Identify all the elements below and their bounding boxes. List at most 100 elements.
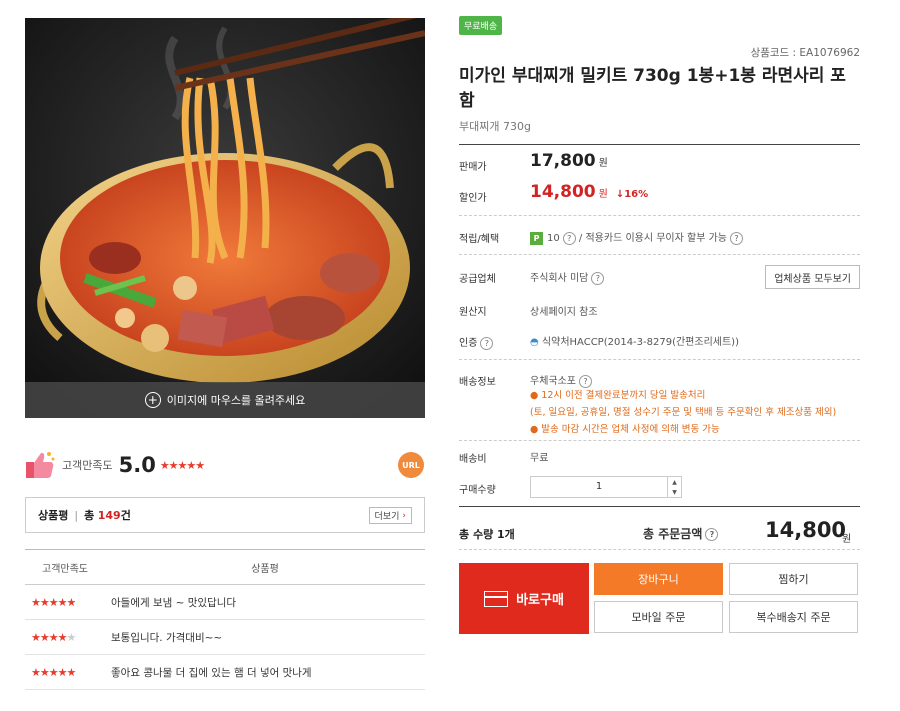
product-subtitle: 부대찌개 730g [459, 120, 531, 133]
customer-satisfaction: 고객만족도 5.0 ★★★★★ URL [22, 440, 432, 490]
review-text: 보통입니다. 가격대비~~ [111, 631, 223, 644]
review-count: 149 [97, 508, 121, 522]
shipping-method-value: 우체국소포 [530, 376, 576, 387]
divider [459, 215, 860, 216]
satisfaction-label: 고객만족도 [62, 459, 113, 472]
vendor-label: 공급업체 [459, 274, 496, 285]
certification-info: ◓ 식약처HACCP(2014-3-8279(간편조리세트)) [530, 333, 739, 348]
review-table-header: 고객만족도 상품평 [25, 549, 425, 585]
help-icon[interactable]: ? [705, 528, 719, 541]
divider [459, 144, 860, 145]
multi-address-order-button[interactable]: 복수배송지 주문 [729, 601, 858, 633]
review-summary: 상품평 | 총 149 건 더보기 › [25, 497, 425, 533]
total-quantity: 총 수량 1개 [459, 528, 515, 541]
sale-price-value: 17,800 [530, 151, 596, 171]
product-image[interactable]: + 이미지에 마우스를 올려주세요 [25, 18, 425, 418]
review-header-rating: 고객만족도 [42, 563, 88, 575]
free-shipping-badge: 무료배송 [459, 16, 503, 35]
satisfaction-score: 5.0 [118, 453, 156, 477]
add-to-cart-button[interactable]: 장바구니 [594, 563, 723, 595]
quantity-input[interactable]: 1 [531, 477, 667, 497]
shipping-fee-value: 무료 [530, 453, 549, 464]
review-text: 아들에게 보냄 ~ 맛있답니다 [111, 596, 237, 609]
thumbs-up-icon [26, 452, 55, 478]
points-p-icon: P [530, 231, 543, 245]
shipping-notes: ● 12시 이전 결제완료분까지 당일 발송처리 (토, 일요일, 공휴일, 명… [530, 387, 836, 438]
url-copy-button[interactable]: URL [398, 452, 424, 478]
discount-price-unit: 원 [598, 189, 608, 200]
buy-now-button[interactable]: 바로구매 [459, 563, 589, 634]
divider [459, 359, 860, 360]
points-value: 10 [547, 233, 560, 244]
divider [459, 254, 860, 255]
wishlist-button[interactable]: 찜하기 [729, 563, 858, 595]
product-title: 미가인 부대찌개 밀키트 730g 1봉+1봉 라면사리 포함 [459, 66, 846, 111]
caret-up-icon[interactable]: ▲ [668, 477, 681, 487]
sale-price-label: 판매가 [459, 162, 487, 173]
discount-price-label: 할인가 [459, 193, 487, 204]
review-row[interactable]: ★★★★★ 아들에게 보냄 ~ 맛있답니다 [25, 585, 425, 620]
sale-price-unit: 원 [598, 158, 608, 169]
discount-price-value: 14,800 [530, 182, 596, 202]
shipping-method: 우체국소포? [530, 372, 592, 388]
review-text: 좋아요 콩나물 더 집에 있는 햄 더 넣어 맛나게 [111, 666, 312, 679]
total-amount-label-wrap: 총 주문금액? [643, 525, 719, 542]
buy-now-label: 바로구매 [516, 593, 564, 608]
chevron-right-icon: › [402, 510, 406, 521]
total-amount-label: 총 주문금액 [643, 527, 703, 541]
quantity-stepper[interactable]: 1 ▲ ▼ [530, 476, 682, 498]
help-icon[interactable]: ? [480, 336, 494, 350]
help-icon[interactable]: ? [591, 271, 605, 285]
divider [459, 440, 860, 441]
points-label: 적립/혜택 [459, 234, 500, 245]
help-icon[interactable]: ? [730, 231, 743, 245]
certification-value: 식약처HACCP(2014-3-8279(간편조리세트)) [541, 337, 739, 348]
points-info: P 10? / 적용카드 이용시 무이자 할부 가능? [530, 229, 743, 245]
credit-card-icon [484, 590, 509, 607]
vendor-all-products-button[interactable]: 업체상품 모두보기 [765, 265, 860, 289]
review-rating-stars: ★★★★★ [31, 595, 76, 609]
divider [459, 549, 860, 550]
origin-label: 원산지 [459, 307, 487, 318]
sale-price: 17,800 원 [530, 151, 608, 171]
product-code: 상품코드 : EA1076962 [750, 47, 860, 59]
caret-down-icon[interactable]: ▼ [668, 487, 681, 497]
discount-price: 14,800 원 ↓16% [530, 182, 648, 202]
shipping-note: (토, 일요일, 공휴일, 명절 성수기 주문 및 택배 등 주문확인 후 제조… [530, 407, 837, 418]
vendor-name: 주식회사 미담 [530, 273, 589, 284]
image-hover-hint-bar: + 이미지에 마우스를 올려주세요 [25, 382, 425, 418]
origin-value: 상세페이지 참조 [530, 307, 598, 318]
shipping-note: ● 발송 마감 시간은 업체 사정에 의해 변동 가능 [530, 424, 720, 435]
review-row[interactable]: ★★★★★ 좋아요 콩나물 더 집에 있는 햄 더 넣어 맛나게 [25, 655, 425, 690]
vendor-info: 주식회사 미담? [530, 269, 605, 285]
review-summary-label: 상품평 [38, 509, 69, 522]
review-header-content: 상품평 [251, 563, 279, 575]
image-hover-hint-text: 이미지에 마우스를 올려주세요 [166, 394, 306, 407]
shipping-fee-label: 배송비 [459, 454, 487, 465]
budae-jjigae-photo [25, 18, 425, 418]
review-table: 고객만족도 상품평 ★★★★★ 아들에게 보냄 ~ 맛있답니다 ★★★★★ 보통입니다… [25, 549, 425, 690]
review-total-prefix: 총 [84, 509, 95, 522]
points-card-text: / 적용카드 이용시 무이자 할부 가능 [578, 233, 727, 244]
haccp-icon: ◓ [530, 337, 539, 348]
total-amount: 14,800 [765, 518, 847, 542]
certification-label-wrap: 인증? [459, 334, 494, 350]
review-rating-stars: ★★★★★ [31, 630, 76, 644]
review-rating-stars: ★★★★★ [31, 665, 76, 679]
review-more-button[interactable]: 더보기 › [368, 507, 412, 524]
discount-rate: ↓16% [615, 189, 649, 200]
review-count-suffix: 건 [120, 509, 131, 522]
quantity-label: 구매수량 [459, 485, 496, 496]
certification-label: 인증 [459, 338, 478, 349]
shipping-label: 배송정보 [459, 377, 496, 388]
divider [459, 506, 860, 507]
review-more-label: 더보기 [374, 512, 400, 522]
quantity-arrows: ▲ ▼ [667, 477, 681, 497]
help-icon[interactable]: ? [579, 374, 592, 388]
review-row[interactable]: ★★★★★ 보통입니다. 가격대비~~ [25, 620, 425, 655]
mobile-order-button[interactable]: 모바일 주문 [594, 601, 723, 633]
plus-circle-icon: + [144, 392, 161, 408]
satisfaction-stars: ★★★★★ [159, 458, 205, 472]
shipping-note: ● 12시 이전 결제완료분까지 당일 발송처리 [530, 390, 706, 401]
help-icon[interactable]: ? [562, 231, 576, 245]
